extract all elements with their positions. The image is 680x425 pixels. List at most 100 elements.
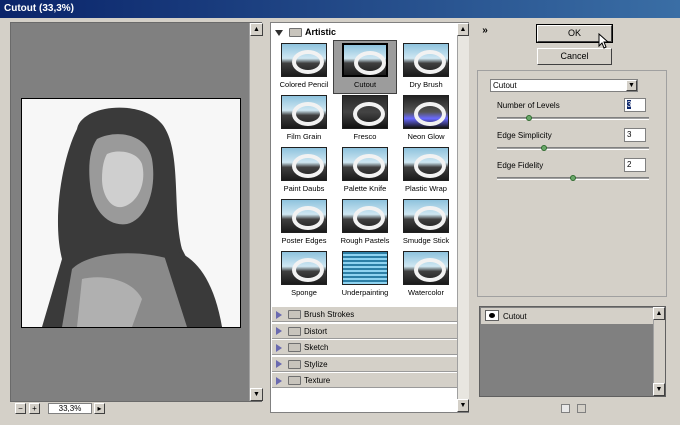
filter-preview-image (281, 95, 327, 129)
filter-label: Film Grain (286, 132, 322, 141)
filter-label: Poster Edges (281, 236, 327, 245)
filter-label: Neon Glow (407, 132, 445, 141)
filter-thumbnail[interactable]: Underpainting (334, 249, 396, 301)
folder-icon (288, 310, 301, 320)
delete-effect-layer-icon[interactable] (577, 404, 586, 413)
expand-triangle-icon[interactable] (276, 327, 282, 336)
expand-triangle-icon[interactable] (276, 360, 282, 369)
expand-triangle-icon[interactable] (276, 310, 282, 319)
category-row[interactable]: Sketch (272, 339, 457, 355)
layers-scrollbar[interactable]: ▲ ▼ (653, 307, 665, 396)
filter-preview-image (342, 251, 388, 285)
filter-thumbnail[interactable]: Rough Pastels (334, 197, 396, 249)
parameter-slider[interactable] (497, 147, 649, 150)
filter-preview-image (342, 147, 388, 181)
chevron-down-icon[interactable]: ▼ (626, 80, 637, 91)
filter-thumbnail[interactable]: Colored Pencil (273, 41, 335, 93)
slider-knob[interactable] (540, 145, 547, 151)
filter-thumbnail[interactable]: Plastic Wrap (395, 145, 457, 197)
zoom-in-button[interactable]: + (29, 403, 40, 414)
scroll-up-arrow-icon[interactable]: ▲ (250, 23, 263, 36)
filter-thumbnail[interactable]: Poster Edges (273, 197, 335, 249)
filter-preview-image (342, 95, 388, 129)
effect-layer-row[interactable]: Cutout (481, 308, 653, 325)
parameter-label: Edge Simplicity (497, 131, 552, 140)
preview-image (21, 98, 241, 328)
window-title-bar: Cutout (33,3%) (0, 0, 680, 18)
zoom-bar: − + 33,3% ▸ (10, 402, 262, 415)
parameter-slider[interactable] (497, 117, 649, 120)
filter-thumbnail[interactable]: Neon Glow (395, 93, 457, 145)
scroll-up-arrow-icon[interactable]: ▲ (457, 23, 469, 36)
parameter-value: 3 (627, 100, 632, 109)
filter-label: Smudge Stick (402, 236, 450, 245)
filter-thumbnail[interactable]: Palette Knife (334, 145, 396, 197)
parameter-value: 3 (627, 130, 632, 139)
eye-visibility-icon[interactable] (485, 310, 499, 321)
preview-vertical-scrollbar[interactable]: ▲ ▼ (249, 23, 263, 401)
expand-triangle-icon[interactable] (276, 376, 282, 385)
parameter-value-field[interactable]: 3 (624, 98, 646, 112)
filter-preview-image (403, 95, 449, 129)
filter-parameters: Number of Levels 3 Edge Simplicity 3 Edge Fi… (494, 98, 664, 198)
slider-knob[interactable] (570, 175, 576, 181)
category-label: Artistic (305, 27, 337, 37)
cancel-button[interactable]: Cancel (537, 48, 612, 65)
filter-label: Dry Brush (409, 80, 443, 89)
filter-thumbnail[interactable]: Cutout (333, 40, 397, 94)
filter-preview-image (403, 199, 449, 233)
parameter-value-field[interactable]: 3 (624, 128, 646, 142)
zoom-menu-button[interactable]: ▸ (94, 403, 105, 414)
slider-knob[interactable] (526, 115, 533, 121)
effect-layers-panel: Cutout ▲ ▼ (479, 306, 666, 397)
filter-thumbnail[interactable]: Film Grain (273, 93, 335, 145)
filter-label: Rough Pastels (340, 236, 390, 245)
category-row[interactable]: Stylize (272, 355, 457, 372)
new-effect-layer-icon[interactable] (561, 404, 570, 413)
category-row[interactable]: Distort (272, 322, 457, 339)
expand-triangle-icon[interactable] (275, 29, 283, 36)
filter-label: Palette Knife (343, 184, 387, 193)
filter-thumbnail[interactable]: Dry Brush (395, 41, 457, 93)
filter-select[interactable]: Cutout ▼ (490, 79, 638, 92)
expand-triangle-icon[interactable] (276, 343, 282, 352)
scroll-down-arrow-icon[interactable]: ▼ (457, 399, 469, 412)
parameter-value-field[interactable]: 2 (624, 158, 646, 172)
filter-label: Fresco (353, 132, 377, 141)
filter-label: Paint Daubs (283, 184, 325, 193)
category-label: Sketch (304, 343, 329, 352)
filter-preview-image (281, 251, 327, 285)
category-artistic-header[interactable]: Artistic (271, 23, 457, 41)
folder-icon (288, 376, 301, 386)
filter-preview-image (403, 147, 449, 181)
folder-icon (288, 359, 301, 369)
parameter-label: Edge Fidelity (497, 161, 544, 170)
filter-preview-image (403, 43, 449, 77)
collapse-gallery-icon[interactable]: » (479, 26, 491, 36)
filter-thumbnail[interactable]: Watercolor (395, 249, 457, 301)
filter-thumbnail[interactable]: Paint Daubs (273, 145, 335, 197)
filter-label: Watercolor (408, 288, 444, 297)
filter-thumbnail[interactable]: Smudge Stick (395, 197, 457, 249)
filter-select-value: Cutout (493, 81, 517, 90)
category-label: Texture (304, 376, 331, 385)
filter-label: Colored Pencil (279, 80, 329, 89)
category-row[interactable]: Brush Strokes (272, 306, 457, 322)
scroll-down-arrow-icon[interactable]: ▼ (653, 383, 665, 396)
filter-thumbnail[interactable]: Fresco (334, 93, 396, 145)
scroll-down-arrow-icon[interactable]: ▼ (250, 388, 263, 401)
zoom-level-field[interactable]: 33,3% (48, 403, 92, 414)
filter-label: Sponge (291, 288, 317, 297)
collapsed-categories: Brush Strokes Distort Sketch Stylize Texture (271, 306, 457, 390)
filter-thumbnail-grid: Colored Pencil Cutout Dry Brush Film Grain F… (273, 40, 457, 304)
window-title: Cutout (33,3%) (4, 3, 74, 14)
category-row[interactable]: Texture (272, 372, 457, 388)
zoom-out-button[interactable]: − (15, 403, 26, 414)
parameter-value: 2 (627, 160, 632, 169)
gallery-scrollbar[interactable]: ▲ ▼ (457, 23, 469, 412)
filter-thumbnail[interactable]: Sponge (273, 249, 335, 301)
category-label: Stylize (304, 359, 328, 369)
filter-preview-image (342, 199, 388, 233)
scroll-up-arrow-icon[interactable]: ▲ (653, 307, 665, 320)
filter-gallery: Artistic Colored Pencil Cutout Dry Brush Fi… (270, 22, 469, 413)
